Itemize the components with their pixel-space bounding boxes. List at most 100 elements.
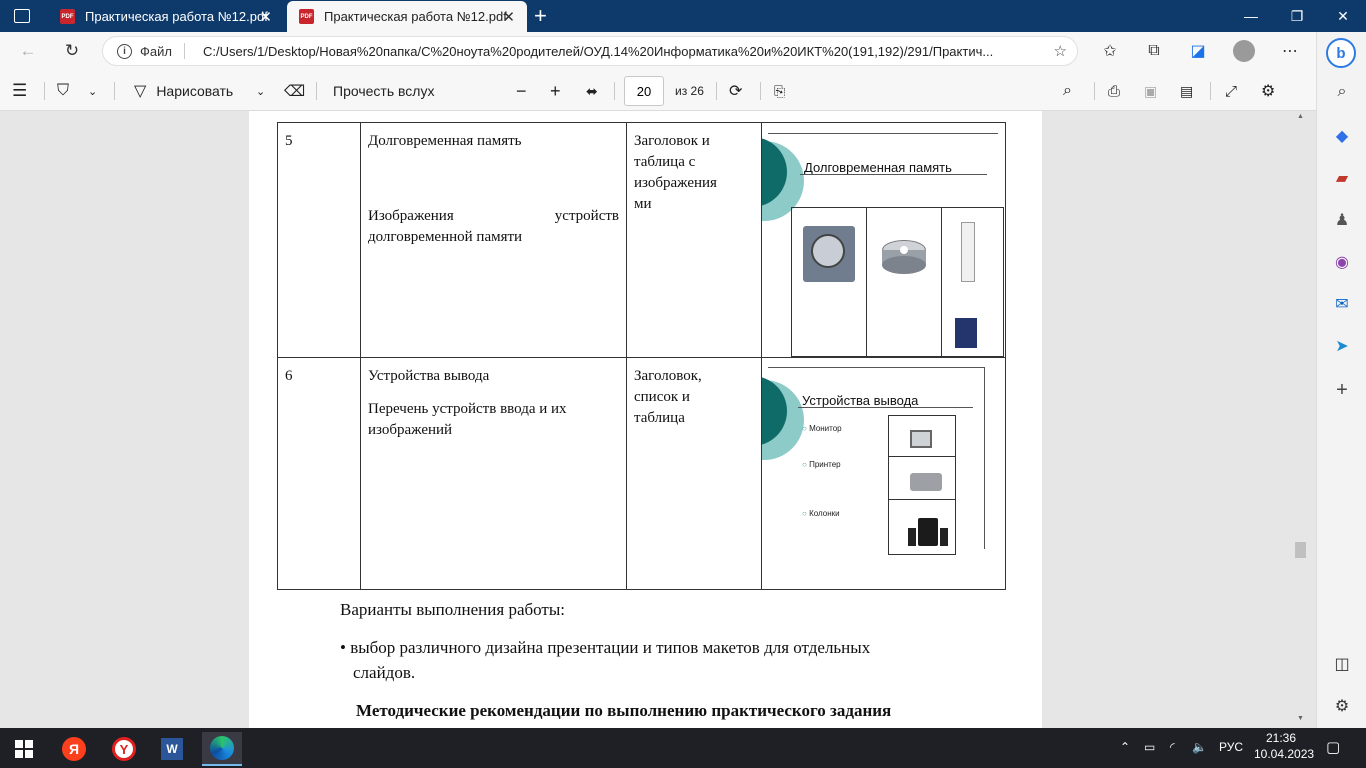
divider <box>316 82 317 100</box>
layout-cell: Заголовок, список и таблица <box>626 357 762 590</box>
zoom-out-button[interactable]: − <box>516 80 527 102</box>
draw-label: Нарисовать <box>156 83 234 99</box>
add-icon[interactable]: + <box>1330 378 1354 402</box>
tab-pdf-2[interactable]: PDF Практическая работа №12.pdf ✕ <box>287 1 527 32</box>
chevron-down-icon[interactable]: ⌄ <box>88 80 97 102</box>
slide-desc-line: изображений <box>368 422 453 438</box>
slide-preview-long-term-memory: Долговременная память <box>762 123 1005 357</box>
presentation-plan-table: 5 Долговременная память Изображения устр… <box>277 122 1006 590</box>
edge-sidebar: b ⌕ ◆ ▰ ♟ ◉ ✉ ➤ + ◫ ⚙ <box>1316 32 1366 728</box>
volume-icon[interactable]: 🔈 <box>1192 740 1207 754</box>
outlook-icon[interactable]: ✉ <box>1330 292 1354 316</box>
url-field[interactable]: i Файл C:/Users/1/Desktop/Новая%20папка/… <box>102 36 1078 66</box>
cd-stack-icon <box>882 240 926 274</box>
more-menu-icon[interactable]: ⋯ <box>1278 40 1302 62</box>
eraser-icon[interactable]: ⌫ <box>284 80 305 102</box>
slide-content-cell: Устройства вывода Перечень устройств вво… <box>360 357 627 590</box>
variant-item-line: слайдов. <box>353 663 416 682</box>
info-icon[interactable]: i <box>117 43 132 59</box>
battery-icon[interactable]: ▭ <box>1144 740 1155 754</box>
close-icon[interactable]: ✕ <box>259 8 272 26</box>
clock-time[interactable]: 21:36 <box>1266 731 1296 745</box>
pdf-icon: PDF <box>299 9 314 24</box>
search-icon[interactable]: ⌕ <box>1330 80 1354 104</box>
usb-flash-icon <box>961 222 975 282</box>
games-icon[interactable]: ♟ <box>1330 208 1354 232</box>
slide-title-text: Долговременная память <box>368 133 522 149</box>
tab-label: Практическая работа №12.pdf <box>324 9 507 24</box>
tools-icon[interactable]: ▰ <box>1330 166 1354 190</box>
layout-cell: Заголовок и таблица с изображения ми <box>626 122 762 358</box>
layout-line: изображения <box>634 175 717 191</box>
vertical-scrollbar[interactable]: ▲ ▼ <box>1294 111 1308 728</box>
shopping-icon[interactable]: ◆ <box>1330 124 1354 148</box>
sd-card-icon <box>955 318 977 348</box>
close-icon[interactable]: ✕ <box>502 8 515 26</box>
slide-desc-line: Перечень устройств ввода и их <box>368 401 567 417</box>
wifi-icon[interactable]: ◜ <box>1170 740 1175 754</box>
slide-title-text: Устройства вывода <box>368 368 490 384</box>
start-button[interactable] <box>4 732 44 766</box>
collections-icon[interactable]: ⧉ <box>1142 40 1166 62</box>
url-text[interactable]: C:/Users/1/Desktop/Новая%20папка/С%20ноу… <box>203 44 1048 59</box>
search-icon[interactable]: ⌕ <box>1063 80 1072 102</box>
add-favorite-icon[interactable]: ☆ <box>1054 42 1067 60</box>
draw-icon: ▽ <box>134 83 147 100</box>
divider <box>114 82 115 100</box>
hard-drive-image <box>791 207 867 357</box>
office-icon[interactable]: ◉ <box>1330 250 1354 274</box>
edge-icon <box>210 736 234 760</box>
edge-app[interactable] <box>202 732 242 766</box>
printer-icon <box>910 473 942 491</box>
chevron-up-icon[interactable]: ⌃ <box>1120 740 1130 754</box>
save-as-icon[interactable]: ▤ <box>1180 80 1193 102</box>
contents-icon[interactable]: ☰ <box>12 80 27 102</box>
notifications-icon[interactable]: ▢ <box>1326 738 1340 756</box>
scroll-down-icon[interactable]: ▼ <box>1297 715 1304 722</box>
yandex-browser-app[interactable]: Y <box>104 732 144 766</box>
highlight-icon[interactable]: ⛉ <box>57 80 69 102</box>
clock-date[interactable]: 10.04.2023 <box>1254 747 1314 761</box>
telegram-icon[interactable]: ➤ <box>1330 334 1354 358</box>
read-aloud-button[interactable]: Прочесть вслух <box>333 80 434 102</box>
rotate-icon[interactable]: ⟳ <box>729 80 742 102</box>
slide-content-cell: Долговременная память Изображения устрой… <box>360 122 627 358</box>
scroll-thumb[interactable] <box>1295 542 1306 558</box>
scroll-up-icon[interactable]: ▲ <box>1297 113 1304 120</box>
settings-icon[interactable]: ⚙ <box>1330 694 1354 718</box>
zoom-in-button[interactable]: + <box>550 80 561 102</box>
settings-icon[interactable]: ⚙ <box>1261 80 1275 102</box>
minimize-button[interactable]: — <box>1228 0 1274 32</box>
bullet-item: Монитор <box>802 418 842 439</box>
pdf-viewer[interactable]: 5 Долговременная память Изображения устр… <box>0 111 1316 728</box>
slide-preview-cell: Устройства вывода Монитор Принтер Колонк… <box>761 357 1006 590</box>
print-icon[interactable]: ⎙ <box>1108 80 1120 102</box>
yandex-app[interactable]: Я <box>54 732 94 766</box>
page-number-input[interactable]: 20 <box>624 76 664 106</box>
draw-button[interactable]: ▽ Нарисовать <box>134 80 233 102</box>
back-button[interactable]: ← <box>14 39 42 63</box>
page-view-icon[interactable]: ⎘ <box>774 80 785 102</box>
chevron-down-icon[interactable]: ⌄ <box>256 80 265 102</box>
save-icon[interactable]: ▣ <box>1144 80 1157 102</box>
close-window-button[interactable]: ✕ <box>1320 0 1366 32</box>
favorites-icon[interactable]: ✩ <box>1098 40 1122 62</box>
language-indicator[interactable]: РУС <box>1219 740 1243 754</box>
fit-page-icon[interactable]: ⬌ <box>586 80 598 102</box>
file-label: Файл <box>140 43 172 59</box>
refresh-button[interactable]: ↻ <box>58 39 86 63</box>
extension-icon[interactable]: ◪ <box>1186 40 1210 62</box>
profile-avatar[interactable] <box>1233 40 1255 62</box>
restore-button[interactable]: ❐ <box>1274 0 1320 32</box>
sidebar-toggle-icon[interactable]: ◫ <box>1330 652 1354 676</box>
hard-drive-icon <box>803 226 855 282</box>
word-icon: W <box>161 738 183 760</box>
bing-icon[interactable]: b <box>1326 38 1356 68</box>
bullet-item: Колонки <box>802 503 840 524</box>
fullscreen-icon[interactable]: ⤢ <box>1225 80 1237 102</box>
tab-pdf-1[interactable]: PDF Практическая работа №12.pdf ✕ <box>48 1 284 32</box>
tab-actions-icon[interactable] <box>14 9 30 23</box>
new-tab-button[interactable]: + <box>534 3 547 29</box>
word-app[interactable]: W <box>152 732 192 766</box>
speakers-icon <box>908 518 948 546</box>
